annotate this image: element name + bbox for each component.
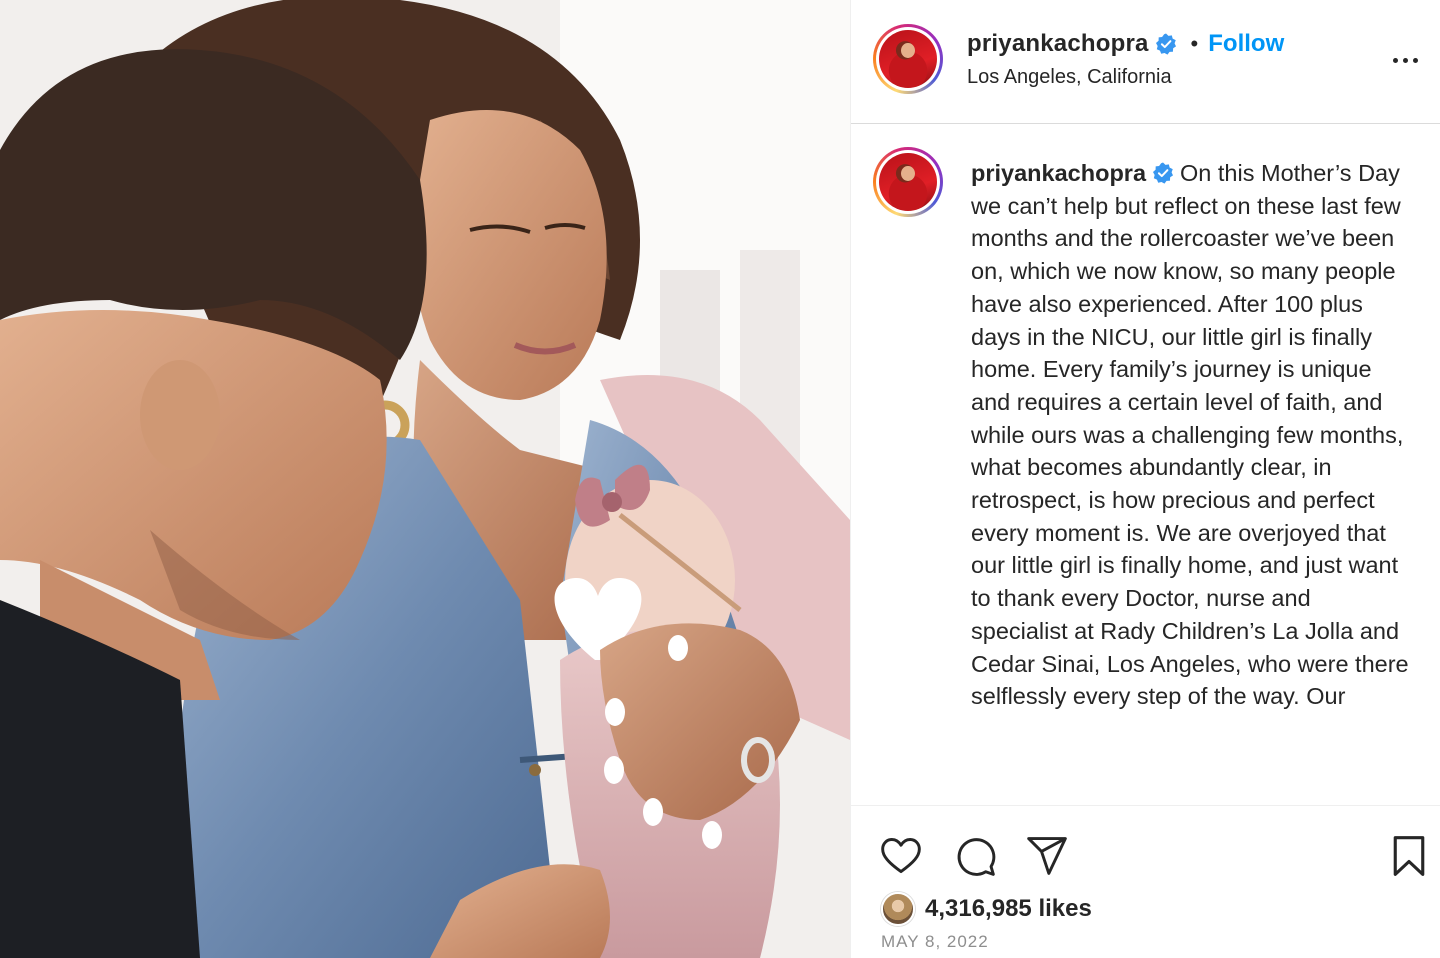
verified-badge-icon (1153, 162, 1174, 184)
caption-body: On this Mother’s Day we can’t help but r… (971, 160, 1409, 710)
instagram-post: priyankachopra • Follow Los Angeles, Cal… (0, 0, 1440, 958)
post-actions: 4,316,985 likes MAY 8, 2022 (851, 805, 1440, 958)
dot (1403, 57, 1408, 63)
like-button[interactable] (879, 834, 923, 878)
comment-button[interactable] (953, 834, 997, 878)
dot (1393, 57, 1398, 63)
avatar-image (879, 153, 937, 211)
post-details-panel: priyankachopra • Follow Los Angeles, Cal… (850, 0, 1440, 958)
caption-avatar[interactable] (873, 147, 943, 217)
bookmark-icon (1393, 836, 1425, 876)
share-button[interactable] (1025, 834, 1069, 878)
post-date[interactable]: MAY 8, 2022 (881, 932, 989, 952)
avatar-border (876, 27, 940, 91)
save-button[interactable] (1389, 834, 1429, 878)
liker-avatar[interactable] (881, 892, 915, 926)
caption-username[interactable]: priyankachopra (971, 160, 1146, 186)
caption-text-block: priyankachopra On this Mother’s Day we ca… (971, 157, 1411, 713)
likes-count[interactable]: 4,316,985 likes (925, 895, 1092, 923)
post-header: priyankachopra • Follow Los Angeles, Cal… (851, 0, 1440, 124)
share-icon (1027, 837, 1067, 875)
separator-dot: • (1190, 31, 1199, 56)
post-location[interactable]: Los Angeles, California (967, 66, 1172, 89)
comment-icon (957, 838, 996, 876)
likes-row: 4,316,985 likes (881, 892, 1092, 926)
profile-avatar[interactable] (873, 24, 943, 94)
verified-badge-icon (1155, 33, 1176, 55)
more-options-icon[interactable] (1393, 50, 1423, 70)
heart-icon (881, 838, 921, 874)
avatar-border (876, 150, 940, 214)
family-photo-illustration (0, 0, 850, 958)
post-photo[interactable] (0, 0, 850, 958)
username-row: priyankachopra • Follow (967, 30, 1284, 58)
dot (1413, 57, 1418, 63)
caption-section: priyankachopra On this Mother’s Day we ca… (851, 125, 1440, 805)
header-username[interactable]: priyankachopra (967, 30, 1149, 58)
follow-button[interactable]: Follow (1208, 30, 1284, 58)
avatar-image (879, 30, 937, 88)
